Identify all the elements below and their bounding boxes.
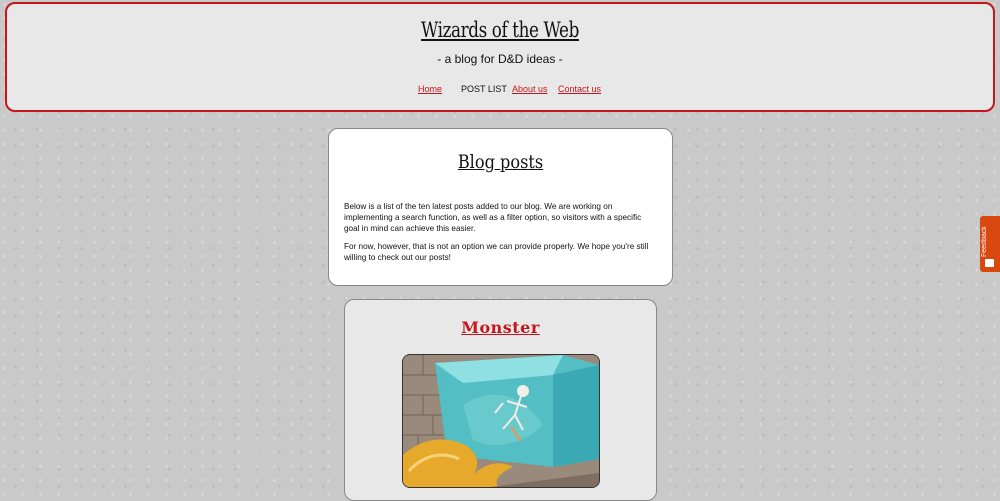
feedback-tab[interactable]: Feedback xyxy=(980,216,1000,272)
gelatinous-cube-illustration xyxy=(403,355,599,487)
nav-post-list-current: POST LIST xyxy=(461,84,507,94)
nav-contact-link[interactable]: Contact us xyxy=(558,84,601,94)
site-header: Wizards of the Web - a blog for D&D idea… xyxy=(5,2,995,112)
main-nav: Home POST LIST About us Contact us xyxy=(7,84,993,98)
nav-home-link[interactable]: Home xyxy=(418,84,442,94)
intro-card: Blog posts Below is a list of the ten la… xyxy=(328,128,673,286)
post-card: Monster xyxy=(344,299,657,501)
post-thumbnail-image[interactable] xyxy=(402,354,600,488)
intro-paragraph-2: For now, however, that is not an option … xyxy=(344,242,649,262)
page-title: Blog posts xyxy=(457,151,544,173)
intro-paragraph-1: Below is a list of the ten latest posts … xyxy=(344,202,642,233)
site-title[interactable]: Wizards of the Web xyxy=(106,18,895,42)
feedback-label: Feedback xyxy=(981,226,988,258)
site-tagline: - a blog for D&D ideas - xyxy=(437,52,563,66)
nav-about-link[interactable]: About us xyxy=(512,84,548,94)
post-title-link[interactable]: Monster xyxy=(345,318,656,337)
feedback-icon xyxy=(985,259,994,267)
